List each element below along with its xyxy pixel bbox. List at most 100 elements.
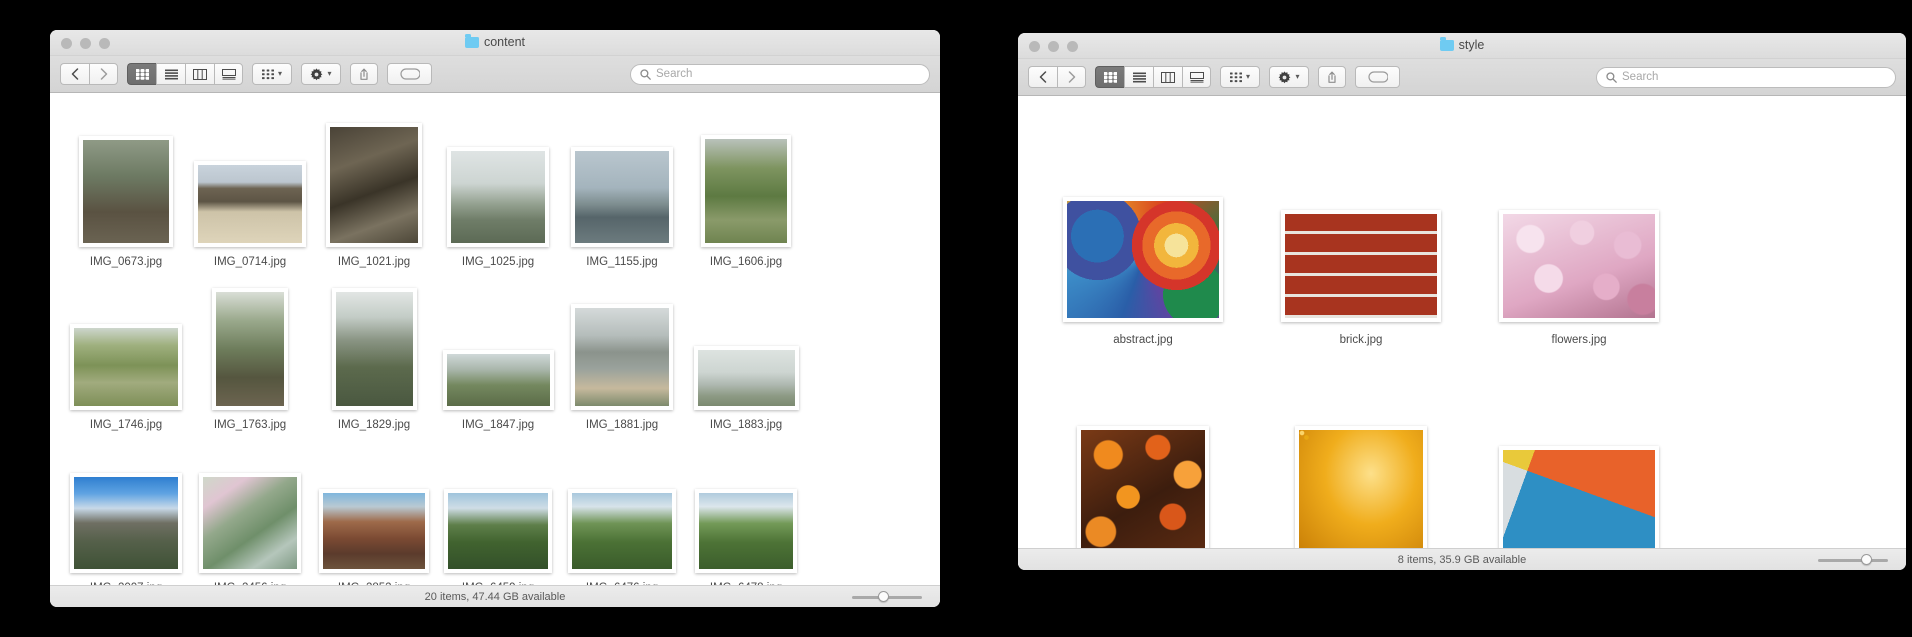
file-thumbnail[interactable] — [568, 489, 676, 573]
file-item[interactable]: IMG_6459.jpg — [436, 439, 560, 585]
icon-view-button[interactable] — [127, 63, 156, 85]
thumbnail-container[interactable] — [684, 451, 808, 573]
file-thumbnail[interactable] — [319, 489, 429, 573]
thumbnail-container[interactable] — [684, 288, 808, 410]
file-thumbnail[interactable] — [1499, 446, 1659, 548]
thumbnail-container[interactable] — [64, 288, 188, 410]
file-thumbnail[interactable] — [199, 473, 301, 573]
file-item[interactable]: IMG_1763.jpg — [188, 276, 312, 431]
coverflow-view-button[interactable] — [214, 63, 243, 85]
thumbnail-container[interactable] — [560, 288, 684, 410]
file-item[interactable]: IMG_0714.jpg — [188, 113, 312, 268]
thumbnail-container[interactable] — [1470, 380, 1688, 548]
icon-view-button[interactable] — [1095, 66, 1124, 88]
file-item[interactable]: IMG_1883.jpg — [684, 276, 808, 431]
file-item[interactable]: mosaic.jpg — [1470, 354, 1688, 548]
tags-button[interactable] — [387, 63, 432, 85]
thumbnail-container[interactable] — [64, 125, 188, 247]
file-thumbnail[interactable] — [571, 147, 673, 247]
slider-knob[interactable] — [1861, 553, 1872, 565]
thumbnail-container[interactable] — [312, 288, 436, 410]
tags-button[interactable] — [1355, 66, 1400, 88]
file-thumbnail[interactable] — [1063, 197, 1223, 322]
forward-button[interactable] — [1057, 66, 1086, 88]
file-thumbnail[interactable] — [194, 161, 306, 247]
file-item[interactable]: abstract.jpg — [1034, 118, 1252, 346]
file-item[interactable]: IMG_0673.jpg — [64, 113, 188, 268]
back-button[interactable] — [1028, 66, 1057, 88]
file-thumbnail[interactable] — [70, 473, 182, 573]
file-item[interactable]: IMG_1155.jpg — [560, 113, 684, 268]
file-item[interactable]: IMG_1847.jpg — [436, 276, 560, 431]
file-item[interactable]: IMG_1829.jpg — [312, 276, 436, 431]
file-thumbnail[interactable] — [1281, 210, 1441, 322]
forward-button[interactable] — [89, 63, 118, 85]
title-bar[interactable]: content — [50, 30, 940, 56]
file-thumbnail[interactable] — [1077, 426, 1209, 548]
toolbar[interactable]: ▾ ▾ Search — [50, 56, 940, 93]
icon-size-slider[interactable] — [852, 590, 922, 603]
thumbnail-container[interactable] — [1470, 144, 1688, 322]
arrange-button[interactable]: ▾ — [1220, 66, 1260, 88]
arrange-button[interactable]: ▾ — [252, 63, 292, 85]
thumbnail-container[interactable] — [188, 125, 312, 247]
thumbnail-container[interactable] — [436, 125, 560, 247]
slider-knob[interactable] — [878, 590, 889, 602]
file-grid-area[interactable]: IMG_0673.jpg IMG_0714.jpg IMG_1021.jpg IMG_… — [50, 93, 940, 585]
file-thumbnail[interactable] — [442, 350, 554, 410]
file-item[interactable]: IMG_1606.jpg — [684, 113, 808, 268]
list-view-button[interactable] — [156, 63, 185, 85]
title-bar[interactable]: style — [1018, 33, 1906, 59]
thumbnail-container[interactable] — [312, 451, 436, 573]
share-button[interactable] — [350, 63, 378, 85]
search-input[interactable]: Search — [630, 63, 930, 85]
back-button[interactable] — [60, 63, 89, 85]
thumbnail-container[interactable] — [312, 123, 436, 247]
file-grid-area[interactable]: abstract.jpg brick.jpg flowers.jpg foliage.… — [1018, 96, 1906, 548]
file-thumbnail[interactable] — [444, 489, 552, 573]
view-mode-buttons[interactable] — [127, 63, 243, 85]
file-thumbnail[interactable] — [1499, 210, 1659, 322]
file-item[interactable]: IMG_2852.jpg — [312, 439, 436, 585]
thumbnail-container[interactable] — [1252, 144, 1470, 322]
file-item[interactable]: IMG_6476.jpg — [560, 439, 684, 585]
file-item[interactable]: IMG_2007.jpg — [64, 439, 188, 585]
finder-window-style[interactable]: style ▾ ▾ Search abstract.jpg brick.jpg … — [1018, 33, 1906, 570]
thumbnail-container[interactable] — [560, 125, 684, 247]
thumbnail-container[interactable] — [684, 125, 808, 247]
column-view-button[interactable] — [1153, 66, 1182, 88]
share-button[interactable] — [1318, 66, 1346, 88]
thumbnail-container[interactable] — [188, 451, 312, 573]
file-thumbnail[interactable] — [212, 288, 288, 410]
file-thumbnail[interactable] — [447, 147, 549, 247]
action-menu-button[interactable]: ▾ — [1269, 66, 1309, 88]
file-item[interactable]: IMG_1746.jpg — [64, 276, 188, 431]
file-thumbnail[interactable] — [331, 288, 417, 410]
coverflow-view-button[interactable] — [1182, 66, 1211, 88]
thumbnail-container[interactable] — [1034, 380, 1252, 548]
thumbnail-container[interactable] — [1252, 380, 1470, 548]
file-item[interactable]: IMG_6478.jpg — [684, 439, 808, 585]
file-item[interactable]: IMG_1025.jpg — [436, 113, 560, 268]
file-item[interactable]: flowers.jpg — [1470, 118, 1688, 346]
file-thumbnail[interactable] — [70, 324, 182, 410]
file-item[interactable]: IMG_2456.jpg — [188, 439, 312, 585]
toolbar[interactable]: ▾ ▾ Search — [1018, 59, 1906, 96]
column-view-button[interactable] — [185, 63, 214, 85]
thumbnail-container[interactable] — [64, 451, 188, 573]
nav-buttons[interactable] — [60, 63, 118, 85]
thumbnail-container[interactable] — [560, 451, 684, 573]
file-thumbnail[interactable] — [79, 136, 173, 247]
file-item[interactable]: honeycomb.jpg — [1252, 354, 1470, 548]
file-item[interactable]: brick.jpg — [1252, 118, 1470, 346]
search-input[interactable]: Search — [1596, 66, 1896, 88]
thumbnail-container[interactable] — [188, 288, 312, 410]
thumbnail-container[interactable] — [1034, 144, 1252, 322]
file-thumbnail[interactable] — [701, 135, 791, 247]
file-item[interactable]: IMG_1021.jpg — [312, 113, 436, 268]
finder-window-content[interactable]: content ▾ ▾ Search IMG_0673.jpg IMG_0714… — [50, 30, 940, 607]
file-thumbnail[interactable] — [693, 346, 799, 410]
thumbnail-container[interactable] — [436, 288, 560, 410]
icon-size-slider[interactable] — [1818, 553, 1888, 566]
file-thumbnail[interactable] — [571, 304, 673, 410]
